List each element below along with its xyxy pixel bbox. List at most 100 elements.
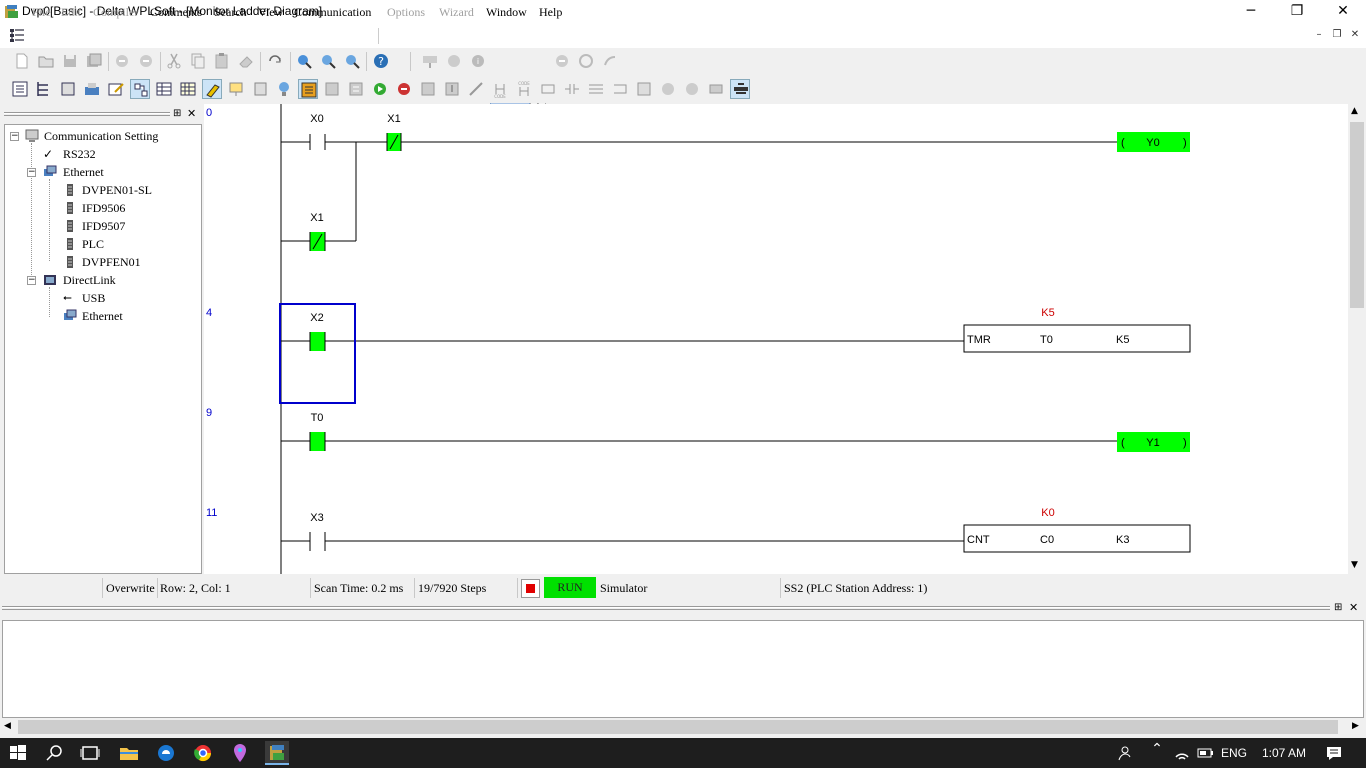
wplsoft-taskbar-icon[interactable]: [265, 741, 289, 765]
tree-item-rs232[interactable]: RS232: [63, 147, 96, 162]
menu-edit[interactable]: Edit: [61, 5, 81, 20]
tree-item-directlink[interactable]: DirectLink: [63, 273, 116, 288]
battery-icon[interactable]: [1193, 741, 1217, 765]
grid-icon[interactable]: [178, 79, 198, 99]
pin-icon[interactable]: ⊞: [1334, 602, 1342, 613]
save-all-icon[interactable]: [84, 51, 104, 71]
tree-item-directlink-ethernet[interactable]: Ethernet: [82, 309, 123, 324]
redo-icon[interactable]: [136, 51, 156, 71]
menu-wizard[interactable]: Wizard: [439, 5, 474, 20]
scroll-down-icon[interactable]: ▼: [1351, 560, 1358, 570]
scroll-left-icon[interactable]: ◀: [4, 721, 11, 731]
cut-icon[interactable]: [164, 51, 184, 71]
panel-close-icon[interactable]: ✕: [1349, 601, 1358, 614]
plc-write-icon[interactable]: [420, 51, 440, 71]
mdi-minimize-button[interactable]: –: [1311, 29, 1327, 43]
box-icon[interactable]: [634, 79, 654, 99]
ladder-diagram-view[interactable]: 0 4 9 11 X0 X1 ( ) Y0 X1 X2 K5 TMR T0 K5…: [204, 104, 1348, 574]
list-icon[interactable]: [322, 79, 342, 99]
pin-icon[interactable]: ⊞: [173, 108, 185, 120]
h-scroll-thumb[interactable]: [18, 720, 1338, 734]
edge-icon[interactable]: [154, 741, 178, 765]
output-text-area[interactable]: [2, 620, 1364, 718]
run-icon[interactable]: [600, 51, 620, 71]
mdi-document-icon[interactable]: [8, 27, 26, 45]
scroll-thumb[interactable]: [1350, 122, 1364, 308]
find-icon[interactable]: [658, 79, 678, 99]
search-icon[interactable]: [43, 741, 67, 765]
monitor-ladder-icon[interactable]: [298, 79, 318, 99]
chrome-icon[interactable]: [191, 741, 215, 765]
code-top-icon[interactable]: CODE: [514, 79, 534, 99]
table-icon[interactable]: [154, 79, 174, 99]
help-icon[interactable]: ?: [371, 51, 391, 71]
wifi-icon[interactable]: [1170, 741, 1194, 765]
menu-comments[interactable]: Comments: [150, 5, 202, 20]
people-icon[interactable]: [1114, 741, 1138, 765]
save-icon[interactable]: [60, 51, 80, 71]
ladder-canvas[interactable]: 0 4 9 11 X0 X1 ( ) Y0 X1 X2 K5 TMR T0 K5…: [204, 104, 1348, 574]
restore-button[interactable]: ❐: [1274, 0, 1320, 24]
menu-file[interactable]: File: [32, 5, 51, 20]
sfc-mode-icon[interactable]: [34, 79, 54, 99]
undo-icon[interactable]: [112, 51, 132, 71]
paste-icon[interactable]: [212, 51, 232, 71]
comm-icon[interactable]: [82, 79, 102, 99]
tree-item-usb[interactable]: USB: [82, 291, 105, 306]
online-icon[interactable]: [418, 79, 438, 99]
zoom-out-icon[interactable]: [342, 51, 362, 71]
print-icon[interactable]: [706, 79, 726, 99]
menu-search[interactable]: Search: [214, 5, 247, 20]
zoom-icon[interactable]: [294, 51, 314, 71]
copy-icon[interactable]: [188, 51, 208, 71]
device-comment-icon[interactable]: [130, 79, 150, 99]
reset-icon[interactable]: [576, 51, 596, 71]
monitor-icon[interactable]: [202, 79, 222, 99]
mdi-restore-button[interactable]: ❐: [1329, 29, 1345, 43]
vertical-scrollbar[interactable]: ▲ ▼: [1348, 104, 1366, 574]
menu-help[interactable]: Help: [539, 5, 562, 20]
chevron-up-icon[interactable]: ⌃: [1145, 741, 1169, 765]
close-button[interactable]: ✕: [1320, 0, 1366, 24]
collapse-toggle[interactable]: −: [27, 276, 36, 285]
ladder-mode-icon[interactable]: [10, 79, 30, 99]
refresh-icon[interactable]: [265, 51, 285, 71]
menu-communication[interactable]: Communication: [294, 5, 371, 20]
memory-icon[interactable]: [346, 79, 366, 99]
file-explorer-icon[interactable]: [117, 741, 141, 765]
line-icon[interactable]: [610, 79, 630, 99]
tree-item-ifd9506[interactable]: IFD9506: [82, 201, 125, 216]
zoom-in-icon[interactable]: [318, 51, 338, 71]
clock[interactable]: 1:07 AM: [1262, 746, 1306, 760]
bulb-icon[interactable]: [274, 79, 294, 99]
simulator-icon[interactable]: [730, 79, 750, 99]
menu-window[interactable]: Window: [486, 5, 527, 20]
task-view-icon[interactable]: [78, 741, 102, 765]
run-plc-icon[interactable]: [370, 79, 390, 99]
edit-icon[interactable]: [106, 79, 126, 99]
tree-item-dvpen01-sl[interactable]: DVPEN01-SL: [82, 183, 152, 198]
find-next-icon[interactable]: [682, 79, 702, 99]
eraser-icon[interactable]: [236, 51, 256, 71]
menu-options[interactable]: Options: [387, 5, 425, 20]
code-icon[interactable]: CODE: [490, 79, 510, 99]
coil-icon[interactable]: [586, 79, 606, 99]
function-icon[interactable]: [538, 79, 558, 99]
collapse-toggle[interactable]: −: [10, 132, 19, 141]
contact-icon[interactable]: [562, 79, 582, 99]
menu-compiler[interactable]: Compiler: [93, 5, 138, 20]
probe-icon[interactable]: [466, 79, 486, 99]
plc-read-icon[interactable]: [444, 51, 464, 71]
monitor-device-icon[interactable]: [226, 79, 246, 99]
horizontal-scrollbar[interactable]: ◀ ▶: [0, 718, 1366, 736]
notifications-icon[interactable]: [1322, 741, 1346, 765]
language-indicator[interactable]: ENG: [1221, 746, 1247, 760]
instruction-mode-icon[interactable]: [58, 79, 78, 99]
new-file-icon[interactable]: [12, 51, 32, 71]
minimize-button[interactable]: ─: [1228, 0, 1274, 24]
tree-item-dvpfen01[interactable]: DVPFEN01: [82, 255, 141, 270]
start-icon[interactable]: [6, 741, 30, 765]
mdi-close-button[interactable]: ✕: [1347, 29, 1363, 43]
stop-plc-icon[interactable]: [394, 79, 414, 99]
scroll-up-icon[interactable]: ▲: [1351, 106, 1358, 116]
